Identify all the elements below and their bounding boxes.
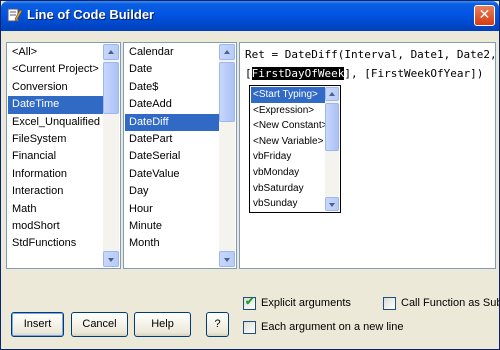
module-list-item[interactable]: DateTime xyxy=(8,96,103,114)
explicit-arguments-label: Explicit arguments xyxy=(261,297,351,309)
dropdown-item[interactable]: vbSaturday xyxy=(251,181,325,197)
function-list-item[interactable]: Hour xyxy=(125,201,219,218)
function-list-item[interactable]: DatePart xyxy=(125,131,219,148)
each-argument-new-line-option[interactable]: Each argument on a new line xyxy=(243,321,403,335)
module-list-item[interactable]: Conversion xyxy=(8,79,103,96)
app-icon xyxy=(7,8,23,22)
scroll-up-icon xyxy=(329,92,335,96)
module-list-item[interactable]: Financial xyxy=(8,148,103,165)
function-list-item[interactable]: DateValue xyxy=(125,166,219,183)
module-scroll-up-button[interactable] xyxy=(103,44,119,60)
dropdown-item[interactable]: <Expression> xyxy=(251,103,325,119)
dropdown-item[interactable]: vbFriday xyxy=(251,149,325,165)
function-list-item[interactable]: DateSerial xyxy=(125,148,219,165)
cancel-button[interactable]: Cancel xyxy=(71,312,128,337)
each-argument-new-line-checkbox[interactable] xyxy=(243,321,256,334)
scroll-down-icon xyxy=(329,203,335,207)
module-list-item[interactable]: FileSystem xyxy=(8,131,103,148)
module-list-item[interactable]: Interaction xyxy=(8,183,103,200)
function-list-item[interactable]: DateAdd xyxy=(125,96,219,113)
dropdown-scroll-up-button[interactable] xyxy=(325,87,339,101)
function-scroll-thumb[interactable] xyxy=(219,62,235,122)
code-line-2-prefix: [ xyxy=(245,67,252,80)
module-list-item[interactable]: <Current Project> xyxy=(8,61,103,78)
dialog-window: Line of Code Builder ✕ <All> <Current Pro… xyxy=(0,0,500,350)
close-button[interactable]: ✕ xyxy=(474,5,495,26)
module-list-item[interactable]: StdFunctions xyxy=(8,235,103,252)
scroll-down-icon xyxy=(108,258,114,262)
call-function-as-sub-label: Call Function as Sub xyxy=(401,297,500,309)
dropdown-scroll-down-button[interactable] xyxy=(325,197,339,211)
code-line-2-suffix: ], [FirstWeekOfYear]) xyxy=(344,67,484,80)
help-button[interactable]: Help xyxy=(134,312,191,337)
highlighted-argument[interactable]: FirstDayOfWeek xyxy=(251,67,345,80)
function-list-item[interactable]: Minute xyxy=(125,218,219,235)
scroll-up-icon xyxy=(224,50,230,54)
call-function-as-sub-option[interactable]: Call Function as Sub xyxy=(383,297,500,311)
dropdown-item[interactable]: <New Variable> xyxy=(251,134,325,150)
argument-dropdown[interactable]: <Start Typing> <Expression> <New Constant>… xyxy=(249,85,341,213)
function-list-item[interactable]: Day xyxy=(125,183,219,200)
close-icon: ✕ xyxy=(478,7,491,23)
dropdown-scrollbar[interactable] xyxy=(325,87,339,211)
module-list-item[interactable]: modShort xyxy=(8,218,103,235)
dropdown-item[interactable]: <New Constant> xyxy=(251,118,328,134)
function-scroll-down-button[interactable] xyxy=(219,251,235,267)
function-list-item[interactable]: Date$ xyxy=(125,79,219,96)
explicit-arguments-checkbox[interactable]: ✔ xyxy=(243,296,256,310)
module-list-item[interactable]: Math xyxy=(8,201,103,218)
module-list[interactable]: <All> <Current Project> Conversion DateTime… xyxy=(6,42,121,269)
module-list-scrollbar[interactable] xyxy=(103,44,119,267)
code-line-2: [FirstDayOfWeek], [FirstWeekOfYear]) xyxy=(245,67,483,80)
function-list-scrollbar[interactable] xyxy=(219,44,235,267)
dropdown-item[interactable]: vbMonday xyxy=(251,165,325,181)
window-title: Line of Code Builder xyxy=(27,7,155,22)
dropdown-item[interactable]: vbSunday xyxy=(251,196,325,212)
module-list-item[interactable]: <All> xyxy=(8,44,103,61)
scroll-up-icon xyxy=(108,50,114,54)
function-list-item[interactable]: Calendar xyxy=(125,44,219,61)
module-list-item[interactable]: Information xyxy=(8,166,103,183)
function-list-item[interactable]: DateDiff xyxy=(125,113,219,131)
scroll-down-icon xyxy=(224,258,230,262)
insert-button[interactable]: Insert xyxy=(11,312,64,337)
checkmark-icon: ✔ xyxy=(245,296,255,308)
module-scroll-thumb[interactable] xyxy=(103,62,119,114)
about-button[interactable]: ? xyxy=(206,312,229,337)
function-scroll-up-button[interactable] xyxy=(219,44,235,60)
each-argument-new-line-label: Each argument on a new line xyxy=(261,321,404,333)
explicit-arguments-option[interactable]: ✔ Explicit arguments xyxy=(243,296,373,311)
dropdown-scroll-thumb[interactable] xyxy=(325,103,339,151)
function-list-item[interactable]: Month xyxy=(125,235,219,252)
call-function-as-sub-checkbox[interactable] xyxy=(383,297,396,310)
function-list-item[interactable]: Date xyxy=(125,61,219,78)
dropdown-item[interactable]: <Start Typing> xyxy=(251,87,325,103)
code-line-1: Ret = DateDiff(Interval, Date1, Date2, xyxy=(245,48,496,61)
module-list-item[interactable]: Excel_Unqualified xyxy=(8,114,103,131)
function-list[interactable]: Calendar Date Date$ DateAdd DateDiff DatePart… xyxy=(123,42,237,269)
module-scroll-down-button[interactable] xyxy=(103,251,119,267)
title-bar[interactable]: Line of Code Builder ✕ xyxy=(1,1,499,31)
